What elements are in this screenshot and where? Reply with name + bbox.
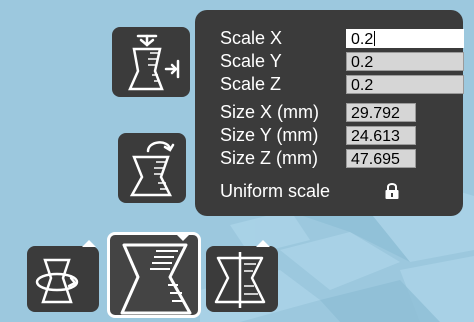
size-x-row: Size X (mm) 29.792 [220, 101, 450, 123]
scale-z-row: Scale Z 0.2 [220, 73, 464, 95]
size-z-input[interactable]: 47.695 [346, 149, 416, 168]
mirror-tool-button[interactable] [206, 240, 278, 312]
scale-z-input[interactable]: 0.2 [346, 75, 464, 94]
reset-scale-icon [129, 141, 175, 197]
scale-panel: Scale X 0.2 Scale Y 0.2 Scale Z 0.2 Size… [195, 10, 464, 216]
size-y-input[interactable]: 24.613 [346, 126, 416, 145]
size-x-label: Size X (mm) [220, 102, 319, 122]
uniform-scale-label: Uniform scale [220, 181, 331, 201]
rotate-tool-button[interactable] [27, 240, 99, 312]
scale-y-label: Scale Y [220, 51, 282, 71]
scale-options-indicator [176, 234, 190, 241]
size-y-label: Size Y (mm) [220, 125, 319, 145]
scale-x-row: Scale X 0.2 [220, 27, 464, 49]
lock-icon[interactable] [384, 182, 400, 200]
size-z-label: Size Z (mm) [220, 148, 318, 168]
scale-icon [120, 243, 192, 315]
scale-x-label: Scale X [220, 28, 283, 48]
lay-flat-tool-button[interactable] [112, 27, 190, 97]
mirror-options-indicator [256, 240, 270, 247]
scale-y-input[interactable]: 0.2 [346, 52, 464, 71]
scale-tool-button[interactable] [107, 232, 201, 318]
size-z-row: Size Z (mm) 47.695 [220, 147, 450, 169]
rotate-options-indicator [82, 240, 96, 247]
size-y-row: Size Y (mm) 24.613 [220, 124, 450, 146]
scale-x-input[interactable]: 0.2 [346, 29, 464, 48]
3d-viewport[interactable]: Scale X 0.2 Scale Y 0.2 Scale Z 0.2 Size… [0, 0, 474, 322]
lay-flat-icon [128, 34, 180, 91]
uniform-scale-row: Uniform scale [220, 180, 450, 202]
reset-scale-tool-button[interactable] [118, 133, 186, 203]
size-x-input[interactable]: 29.792 [346, 103, 416, 122]
scale-z-label: Scale Z [220, 74, 282, 94]
mirror-icon [214, 252, 266, 308]
scale-y-row: Scale Y 0.2 [220, 50, 464, 72]
rotate-icon [35, 258, 79, 304]
text-caret [374, 31, 376, 46]
